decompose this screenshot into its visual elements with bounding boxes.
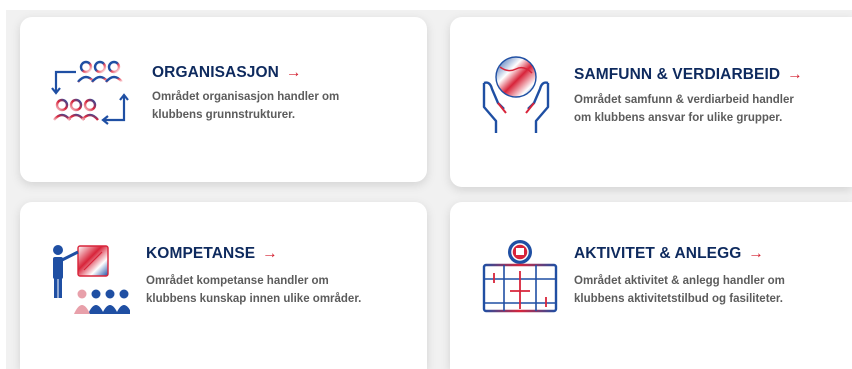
description-line: Området kompetanse handler om	[146, 275, 329, 287]
card-title[interactable]: ORGANISASJON →	[152, 64, 302, 82]
card-title[interactable]: SAMFUNN & VERDIARBEID →	[574, 66, 803, 84]
card-samfunn-verdiarbeid[interactable]: SAMFUNN & VERDIARBEID → Området samfunn &…	[450, 17, 852, 187]
title-text[interactable]: AKTIVITET & ANLEGG	[574, 245, 741, 262]
card-description: Området aktivitet & anlegg handler om kl…	[574, 272, 785, 308]
description-line: Området organisasjon handler om	[152, 91, 340, 103]
description-line: Området aktivitet & anlegg handler om	[574, 275, 785, 287]
organization-cycle-icon	[51, 60, 129, 125]
description-line: Området samfunn & verdiarbeid handler	[574, 94, 794, 106]
card-description: Området samfunn & verdiarbeid handler om…	[574, 91, 794, 127]
card-organisasjon[interactable]: ORGANISASJON → Området organisasjon handl…	[20, 17, 427, 182]
description-line: klubbens grunnstrukturer.	[152, 109, 296, 121]
arrow-right-icon[interactable]: →	[748, 245, 764, 262]
title-text[interactable]: SAMFUNN & VERDIARBEID	[574, 66, 780, 83]
card-title[interactable]: KOMPETANSE →	[146, 245, 278, 263]
card-aktivitet-anlegg[interactable]: AKTIVITET & ANLEGG → Området aktivitet & …	[450, 202, 852, 369]
title-text[interactable]: KOMPETANSE	[146, 245, 255, 262]
card-kompetanse[interactable]: KOMPETANSE → Området kompetanse handler o…	[20, 202, 427, 369]
card-description: Området kompetanse handler om klubbens k…	[146, 272, 361, 308]
arrow-right-icon[interactable]: →	[286, 64, 302, 81]
description-line: om klubbens ansvar for ulike grupper.	[574, 112, 783, 124]
card-title[interactable]: AKTIVITET & ANLEGG →	[574, 245, 764, 263]
title-text[interactable]: ORGANISASJON	[152, 64, 279, 81]
description-line: klubbens aktivitetstilbud og fasiliteter…	[574, 293, 783, 305]
arrow-right-icon[interactable]: →	[262, 245, 278, 262]
arrow-right-icon[interactable]: →	[787, 66, 803, 83]
teacher-presentation-icon	[53, 245, 130, 314]
card-description: Området organisasjon handler om klubbens…	[152, 88, 339, 124]
facility-field-icon	[482, 240, 558, 313]
description-line: klubbens kunskap innen ulike områder.	[146, 293, 362, 305]
hands-holding-globe-icon	[482, 56, 550, 133]
